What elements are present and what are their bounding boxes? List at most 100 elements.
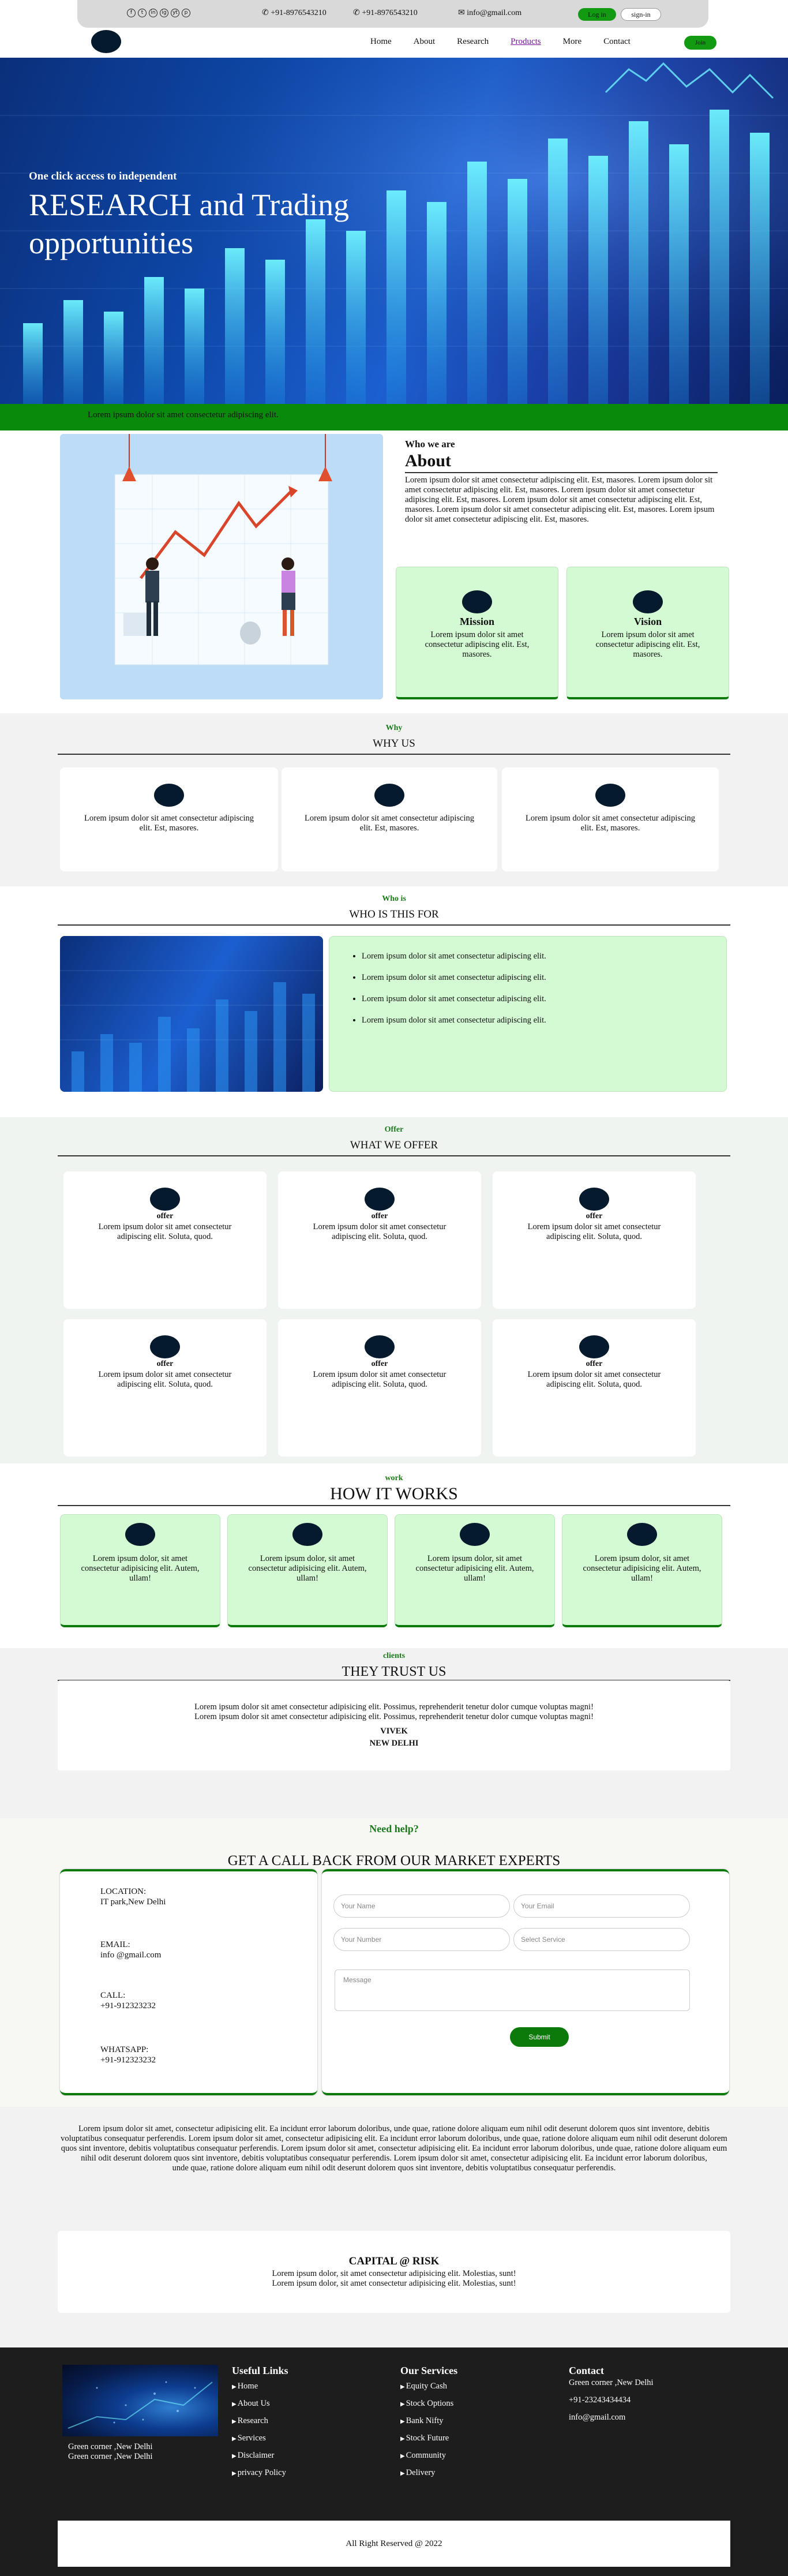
clients-title: THEY TRUST US [58,1664,730,1681]
offer-card-title: offer [371,1360,388,1368]
risk-line-1: Lorem ipsum dolor, sit amet consectetur … [272,2269,516,2278]
testimonial-card: Lorem ipsum dolor sit amet consectetur a… [58,1680,730,1770]
nav-home[interactable]: Home [370,37,392,47]
phone-1-text: +91-8976543210 [271,9,327,17]
footer-link[interactable]: About Us [232,2399,288,2409]
nav-about[interactable]: About [414,37,436,47]
offer-card-title: offer [156,1360,174,1368]
offer-icon [365,1188,395,1211]
email-value[interactable]: info @gmail.com [100,1950,161,1960]
offer-icon [579,1188,609,1211]
logo[interactable] [91,30,121,53]
callback-title: GET A CALL BACK FROM OUR MARKET EXPERTS [227,1853,561,1869]
twitter-icon[interactable]: t [138,9,147,17]
about-kicker: Who we are [405,439,455,450]
facebook-icon[interactable]: f [127,9,136,17]
location-value: IT park,New Delhi [100,1897,166,1907]
footer-contact-phone[interactable]: +91-23243434434 [569,2395,654,2405]
offer-card-title: offer [156,1212,174,1220]
testimonial-line-2: Lorem ipsum dolor sit amet consectetur a… [194,1712,594,1721]
vision-title: Vision [633,616,662,627]
mission-title: Mission [459,616,494,627]
signin-button[interactable]: sign-in [621,8,661,21]
message-textarea[interactable]: Message [335,1970,690,2011]
callback-form: Your Name Your Email Your Number Select … [322,1869,729,2095]
who-title: WHO IS THIS FOR [58,908,730,926]
email-info: EMAIL: info @gmail.com [100,1940,161,1960]
nav-more[interactable]: More [563,37,582,47]
linkedin-icon[interactable]: in [149,9,157,17]
how-card: Lorem ipsum dolor, sit amet consectetur … [60,1514,220,1627]
risk-title: CAPITAL @ RISK [348,2255,440,2267]
about-title: About [405,451,718,473]
footer-service-link[interactable]: Community [400,2451,457,2461]
nav-contact[interactable]: Contact [603,37,631,47]
why-card-text: Lorem ipsum dolor sit amet consectetur a… [526,814,695,833]
footer-service-link[interactable]: Stock Options [400,2399,457,2409]
footer-service-link[interactable]: Equity Cash [400,2382,457,2391]
mission-card: Mission Lorem ipsum dolor sit amet conse… [396,567,558,699]
who-kicker: Who is [382,894,406,903]
youtube-icon[interactable]: yt [171,9,179,17]
footer-service-link[interactable]: Delivery [400,2468,457,2478]
mission-icon [462,590,492,613]
step-icon [292,1523,322,1546]
how-section: work HOW IT WORKS Lorem ipsum dolor, sit… [0,1463,788,1648]
why-section: Why WHY US Lorem ipsum dolor sit amet co… [0,713,788,886]
copyright: All Right Reserved @ 2022 [58,2521,730,2567]
about-illustration [60,434,383,699]
number-input[interactable]: Your Number [333,1928,510,1951]
footer-contact-email[interactable]: info@gmail.com [569,2413,654,2423]
why-card-text: Lorem ipsum dolor sit amet consectetur a… [84,814,254,833]
why-card-icon [374,784,404,807]
nav-products[interactable]: Products [511,37,541,47]
main-nav: Home About Research Products More Contac… [0,29,788,58]
phone-2-text: +91-8976543210 [362,9,418,17]
clients-kicker: clients [382,1652,406,1660]
testimonial-location: NEW DELHI [369,1739,419,1748]
offer-card-text: Lorem ipsum dolor sit amet consectetur a… [527,1222,661,1241]
offer-section: Offer WHAT WE OFFER offer Lorem ipsum dol… [0,1117,788,1463]
submit-button[interactable]: Submit [510,2027,569,2047]
offer-card-text: Lorem ipsum dolor sit amet consectetur a… [98,1222,232,1241]
instagram-icon[interactable]: ig [160,9,168,17]
call-value[interactable]: +91-912323232 [100,2001,156,2011]
footer-link[interactable]: Disclaimer [232,2451,288,2461]
offer-title: WHAT WE OFFER [58,1139,730,1156]
footer-link[interactable]: Home [232,2382,288,2391]
offer-card-title: offer [586,1212,603,1220]
why-card-text: Lorem ipsum dolor sit amet consectetur a… [305,814,474,833]
footer-service-link[interactable]: Bank Nifty [400,2416,457,2426]
service-select[interactable]: Select Service [513,1928,690,1951]
phone-2[interactable]: ✆ +91-8976543210 [353,8,418,18]
why-card: Lorem ipsum dolor sit amet consectetur a… [282,767,497,871]
pinterest-icon[interactable]: p [182,9,190,17]
phone-1[interactable]: ✆ +91-8976543210 [262,8,327,18]
how-card-text: Lorem ipsum dolor, sit amet consectetur … [583,1554,701,1583]
vision-card: Vision Lorem ipsum dolor sit amet consec… [566,567,729,699]
whatsapp-label: WHATSAPP: [100,2045,149,2054]
footer-links-title: Useful Links [232,2365,288,2376]
email-input[interactable]: Your Email [513,1894,690,1918]
join-button[interactable]: Join [684,36,716,50]
footer-address-1: Green corner ,New Delhi [68,2442,153,2451]
login-button[interactable]: Log in [578,8,616,21]
hero-title: RESEARCH and Trading opportunities [29,188,350,260]
footer-image [62,2365,218,2436]
testimonial-name: VIVEK [380,1727,408,1736]
about-section: Who we are About Lorem ipsum dolor sit a… [0,430,788,713]
email-link[interactable]: ✉ info@gmail.com [458,8,521,18]
vision-icon [633,590,663,613]
name-input[interactable]: Your Name [333,1894,510,1918]
footer-service-link[interactable]: Stock Future [400,2433,457,2443]
footer-link[interactable]: Research [232,2416,288,2426]
email-label: EMAIL: [100,1940,130,1949]
phone-icon: ✆ [353,9,362,17]
nav-research[interactable]: Research [457,37,489,47]
phone-icon: ✆ [262,9,271,17]
footer-link[interactable]: privacy Policy [232,2468,288,2478]
list-item: Lorem ipsum dolor sit amet consectetur a… [362,1016,726,1025]
whatsapp-value[interactable]: +91-912323232 [100,2055,156,2065]
footer-link[interactable]: Services [232,2433,288,2443]
footer-address: Green corner ,New Delhi Green corner ,Ne… [68,2442,153,2462]
